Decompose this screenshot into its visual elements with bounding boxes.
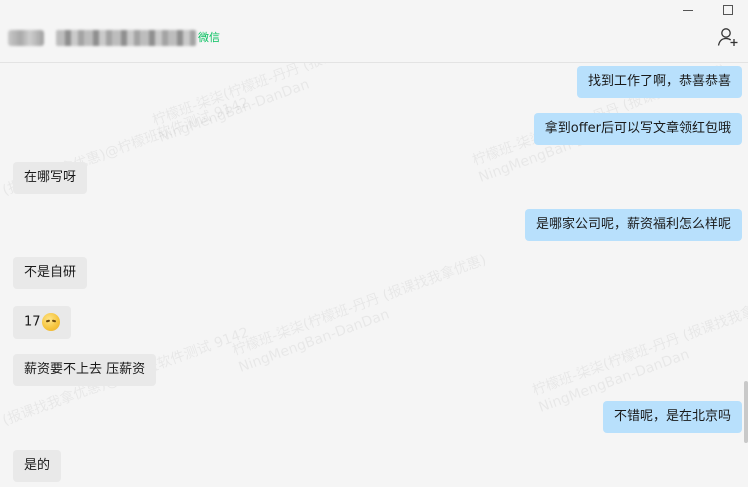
message-bubble[interactable]: 薪资要不上去 压薪资 — [13, 354, 157, 386]
watermark: 柠檬班-柒柒(柠檬班-丹丹 (报课找我拿优惠)NingMengBan-DanDa… — [230, 251, 489, 376]
message-list[interactable]: 柠檬班-柒柒(柠檬班-丹丹 (报课找我拿优惠) NingMengBan-DanDa… — [0, 63, 748, 487]
watermark: 柠檬班-柒柒(柠檬班-丹丹 (报课找我拿优惠)NingMengBan-DanDa… — [530, 291, 748, 416]
blurred-avatar — [8, 30, 44, 46]
message-text: 17 — [24, 314, 41, 330]
message-incoming: 在哪写呀 — [13, 162, 88, 194]
chat-header: 微信 — [0, 0, 748, 63]
message-outgoing: 找到工作了啊，恭喜恭喜 — [576, 66, 742, 98]
message-bubble[interactable]: 不错呢，是在北京吗 — [602, 401, 742, 433]
message-bubble[interactable]: 是的 — [13, 450, 62, 482]
message-bubble[interactable]: 找到工作了啊，恭喜恭喜 — [576, 66, 742, 98]
message-bubble[interactable]: 是哪家公司呢，薪资福利怎么样呢 — [524, 209, 742, 241]
scrollbar[interactable] — [744, 381, 748, 443]
grinning-face-with-sweat-emoji — [41, 313, 60, 331]
wechat-tag: 微信 — [198, 31, 220, 44]
message-outgoing: 不错呢，是在北京吗 — [602, 401, 742, 433]
minimize-icon[interactable] — [668, 0, 708, 20]
message-incoming: 不是自研 — [13, 257, 88, 289]
watermark: 柠檬班-柒柒(柠檬班-丹丹 (报课找我拿优惠)NingMengBan-DanDa… — [150, 63, 409, 146]
maximize-icon[interactable] — [708, 0, 748, 20]
message-bubble[interactable]: 拿到offer后可以写文章领红包哦 — [533, 113, 742, 145]
message-outgoing: 拿到offer后可以写文章领红包哦 — [533, 113, 742, 145]
message-incoming: 是的 — [13, 450, 62, 482]
message-outgoing: 是哪家公司呢，薪资福利怎么样呢 — [524, 209, 742, 241]
chat-title: 微信 — [8, 28, 220, 48]
message-bubble[interactable]: 在哪写呀 — [13, 162, 88, 194]
message-incoming: 17 — [13, 306, 71, 339]
message-incoming: 薪资要不上去 压薪资 — [13, 354, 157, 386]
window-controls — [668, 0, 748, 20]
add-person-icon[interactable] — [716, 26, 740, 48]
blurred-contact-name — [56, 30, 196, 46]
message-bubble[interactable]: 17 — [13, 306, 71, 339]
message-bubble[interactable]: 不是自研 — [13, 257, 88, 289]
